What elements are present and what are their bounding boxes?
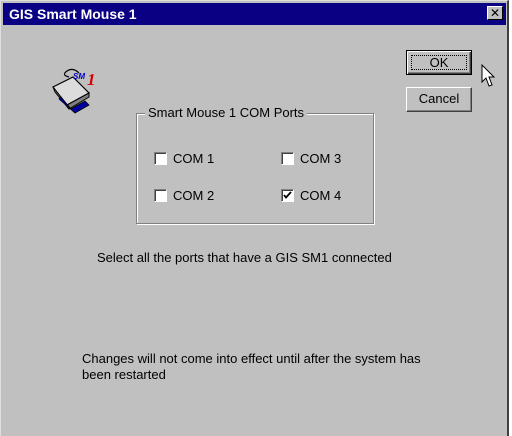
com-ports-group-legend: Smart Mouse 1 COM Ports: [145, 105, 308, 120]
close-button[interactable]: ✕: [487, 6, 503, 20]
close-icon: ✕: [489, 6, 501, 20]
com3-checkbox-box[interactable]: [281, 152, 294, 165]
restart-notice-text: Changes will not come into effect until …: [82, 351, 421, 382]
dialog-window: GIS Smart Mouse 1 ✕ SM 1 OK Cancel Smart…: [0, 0, 509, 436]
com2-checkbox-box[interactable]: [154, 189, 167, 202]
com4-checkbox-label[interactable]: COM 4: [300, 188, 341, 203]
ok-button-focus-rect: OK: [411, 55, 467, 70]
com2-checkbox[interactable]: COM 2: [154, 188, 264, 204]
com4-checkbox-box[interactable]: [281, 189, 294, 202]
title-bar[interactable]: GIS Smart Mouse 1 ✕: [3, 3, 506, 25]
instructions-text: Select all the ports that have a GIS SM1…: [97, 250, 392, 265]
com2-checkbox-label[interactable]: COM 2: [173, 188, 214, 203]
smart-mouse-icon: SM 1: [49, 65, 109, 115]
cancel-button-label: Cancel: [418, 91, 460, 106]
com1-checkbox-label[interactable]: COM 1: [173, 151, 214, 166]
window-title: GIS Smart Mouse 1: [9, 6, 137, 22]
com1-checkbox-box[interactable]: [154, 152, 167, 165]
svg-text:SM: SM: [73, 72, 85, 81]
com-ports-group: Smart Mouse 1 COM Ports COM 1 COM 2 COM …: [136, 105, 374, 224]
checkmark-icon: [283, 191, 292, 199]
com4-checkbox[interactable]: COM 4: [281, 188, 391, 204]
ok-button[interactable]: OK: [406, 50, 472, 75]
com3-checkbox[interactable]: COM 3: [281, 151, 391, 167]
com3-checkbox-label[interactable]: COM 3: [300, 151, 341, 166]
svg-text:1: 1: [87, 70, 96, 89]
mouse-pointer-icon: [481, 63, 497, 90]
ok-button-label: OK: [429, 55, 449, 70]
com1-checkbox[interactable]: COM 1: [154, 151, 264, 167]
cancel-button[interactable]: Cancel: [406, 87, 472, 112]
